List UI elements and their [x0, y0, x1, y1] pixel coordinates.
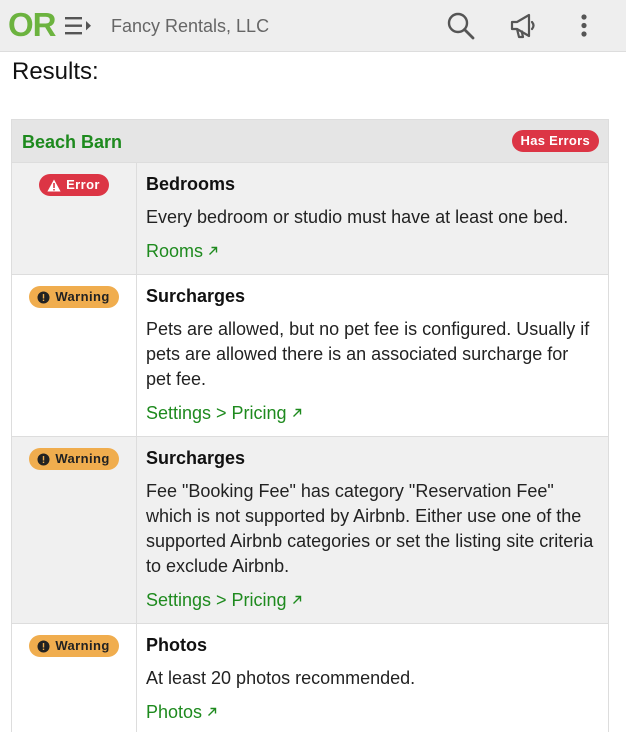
severity-label: Warning — [55, 451, 110, 466]
top-bar: OR Fancy Rentals, LLC — [0, 0, 626, 52]
error-badge: Error — [39, 174, 109, 196]
severity-label: Warning — [55, 638, 110, 653]
issue-link-label[interactable]: Settings > Pricing — [146, 402, 287, 424]
group-name[interactable]: Beach Barn — [22, 132, 122, 152]
logo[interactable]: OR — [8, 6, 56, 44]
exclamation-circle-icon — [37, 453, 50, 465]
warning-triangle-icon — [47, 179, 61, 191]
issue-link-label[interactable]: Rooms — [146, 240, 203, 262]
message-cell: Surcharges Fee "Booking Fee" has categor… — [137, 437, 608, 623]
message-cell: Surcharges Pets are allowed, but no pet … — [137, 275, 608, 436]
severity-cell: Error — [12, 163, 137, 274]
severity-cell: Warning — [12, 275, 137, 436]
message-cell: Photos At least 20 photos recommended. P… — [137, 624, 608, 732]
external-arrow-icon — [209, 246, 218, 255]
warning-badge: Warning — [29, 286, 119, 308]
issue-row: Warning Surcharges Pets are allowed, but… — [12, 275, 608, 437]
issue-row: Error Bedrooms Every bedroom or studio m… — [12, 163, 608, 275]
message-cell: Bedrooms Every bedroom or studio must ha… — [137, 163, 608, 274]
exclamation-circle-icon — [37, 291, 50, 303]
issue-text: Pets are allowed, but no pet fee is conf… — [146, 319, 590, 389]
search-icon[interactable] — [445, 10, 477, 42]
more-vertical-icon[interactable] — [568, 10, 600, 42]
page-title: Results: — [12, 58, 99, 85]
issue-link-label[interactable]: Photos — [146, 701, 202, 723]
menu-toggle-icon[interactable] — [65, 14, 93, 38]
issue-link[interactable]: Settings > Pricing — [146, 402, 302, 424]
issue-link[interactable]: Photos — [146, 701, 217, 723]
issue-link[interactable]: Settings > Pricing — [146, 589, 302, 611]
issue-title: Surcharges — [146, 448, 246, 468]
megaphone-icon[interactable] — [507, 10, 539, 42]
status-badge: Has Errors — [511, 130, 599, 152]
severity-cell: Warning — [12, 437, 137, 623]
warning-badge: Warning — [29, 635, 119, 657]
issue-title: Surcharges — [146, 286, 246, 306]
issue-title: Bedrooms — [146, 174, 236, 194]
group-header: Beach Barn Has Errors — [12, 120, 608, 163]
issue-row: Warning Surcharges Fee "Booking Fee" has… — [12, 437, 608, 624]
issue-title: Photos — [146, 635, 207, 655]
issue-link-label[interactable]: Settings > Pricing — [146, 589, 287, 611]
warning-badge: Warning — [29, 448, 119, 470]
issue-text: Every bedroom or studio must have at lea… — [146, 207, 569, 227]
severity-label: Warning — [55, 289, 110, 304]
external-arrow-icon — [292, 595, 301, 604]
severity-label: Error — [66, 177, 100, 192]
severity-cell: Warning — [12, 624, 137, 732]
issue-row: Warning Photos At least 20 photos recomm… — [12, 624, 608, 732]
issue-text: At least 20 photos recommended. — [146, 668, 416, 688]
external-arrow-icon — [208, 707, 217, 716]
exclamation-circle-icon — [37, 640, 50, 652]
external-arrow-icon — [292, 408, 301, 417]
issue-text: Fee "Booking Fee" has category "Reservat… — [146, 481, 594, 576]
results-table: Beach Barn Has Errors Error Bedrooms Eve… — [11, 119, 609, 732]
issue-link[interactable]: Rooms — [146, 240, 218, 262]
company-name[interactable]: Fancy Rentals, LLC — [111, 15, 269, 37]
